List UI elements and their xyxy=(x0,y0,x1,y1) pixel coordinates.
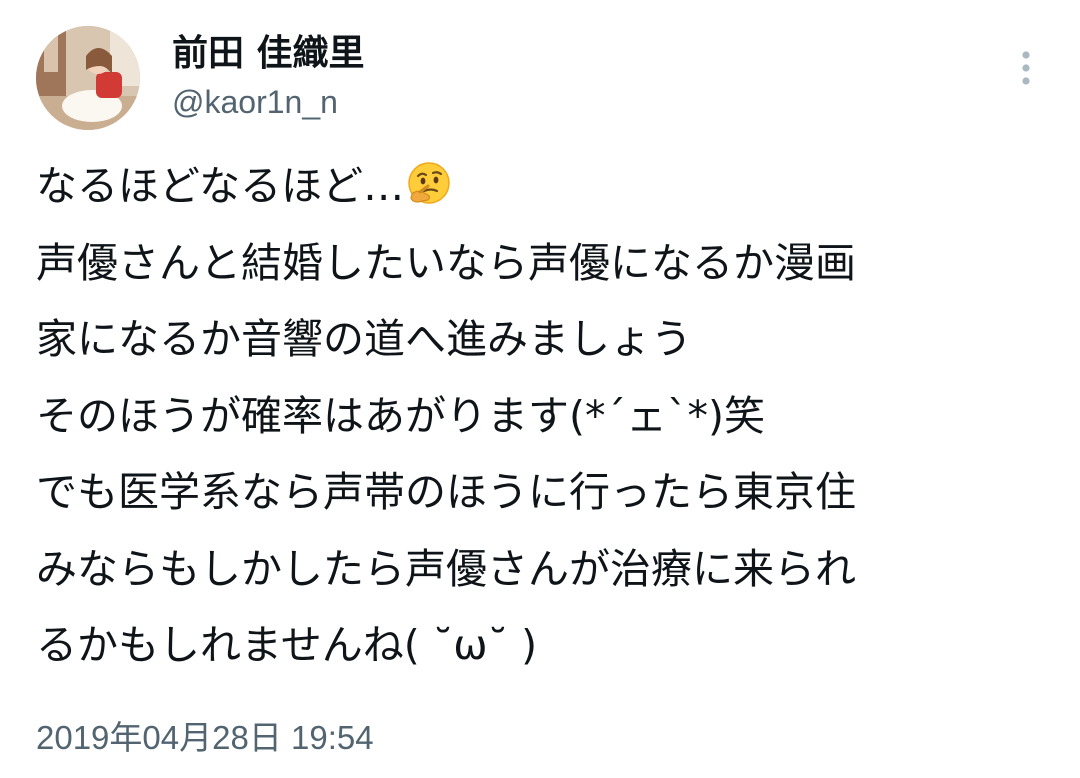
author-info[interactable]: 前田 佳織里 @kaor1n_n xyxy=(172,32,365,122)
tweet-line: でも医学系なら声帯のほうに行ったら東京住 xyxy=(36,468,856,516)
thinking-face-icon xyxy=(406,154,452,204)
tweet-text: なるほどなるほど… 声優さんと結婚したいなら声優になるか漫画 家になるか音響の道… xyxy=(36,148,1046,684)
tweet-line-text: なるほどなるほど… xyxy=(36,162,405,210)
tweet-line: そのほうが確率はあがります(*´ェ`*)笑 xyxy=(36,391,765,440)
tweet-line: 声優さんと結婚したいなら声優になるか漫画 xyxy=(36,238,856,287)
avatar[interactable] xyxy=(36,26,140,130)
tweet-line: るかもしれませんね( ˘ω˘ ) xyxy=(36,621,538,669)
tweet-header: 前田 佳織里 @kaor1n_n xyxy=(36,26,1046,134)
avatar-photo xyxy=(36,26,140,130)
tweet-timestamp[interactable]: 2019年04月28日 19:54 xyxy=(36,716,374,760)
tweet-line: 家になるか音響の道へ進みましょう xyxy=(36,315,692,363)
more-vertical-icon[interactable] xyxy=(1012,48,1040,88)
tweet-line: なるほどなるほど… xyxy=(36,148,1046,225)
tweet-line: みならもしかしたら声優さんが治療に来られ xyxy=(36,544,856,593)
tweet-card: 前田 佳織里 @kaor1n_n なるほどなるほど… 声優さんと結婚したいなら声… xyxy=(0,0,1080,778)
user-handle[interactable]: @kaor1n_n xyxy=(172,82,365,122)
display-name[interactable]: 前田 佳織里 xyxy=(172,32,365,76)
